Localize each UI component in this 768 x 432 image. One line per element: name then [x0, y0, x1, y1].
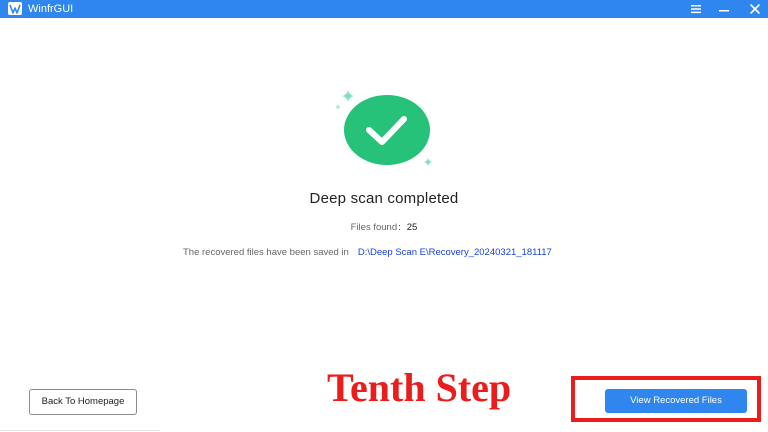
- files-found-count: 25: [406, 222, 418, 233]
- app-logo-icon: [8, 2, 22, 15]
- close-icon[interactable]: [748, 2, 762, 16]
- menu-icon[interactable]: [689, 2, 703, 16]
- title-bar: WinfrGUI: [0, 0, 768, 18]
- files-found-label: Files found: [350, 222, 398, 233]
- files-found-line: Files found: 25: [0, 222, 768, 233]
- saved-location-label: The recovered files have been saved in: [183, 247, 349, 258]
- sparkle-icon: [342, 90, 354, 102]
- view-recovered-files-button[interactable]: View Recovered Files: [605, 389, 747, 413]
- success-graphic: [332, 88, 436, 170]
- check-icon: [344, 95, 430, 165]
- files-found-separator: :: [398, 222, 401, 233]
- step-annotation: Tenth Step: [327, 365, 512, 410]
- app-window: WinfrGUI Deep scan completed Files found…: [0, 0, 768, 432]
- divider: [0, 430, 160, 431]
- saved-location-line: The recovered files have been saved in D:…: [183, 247, 552, 258]
- minimize-icon[interactable]: [717, 2, 731, 16]
- recovery-path-link[interactable]: D:\Deep Scan E\Recovery_20240321_181117: [358, 247, 552, 258]
- back-to-homepage-button[interactable]: Back To Homepage: [29, 389, 137, 415]
- sparkle-icon: [335, 104, 341, 110]
- scan-status-title: Deep scan completed: [309, 190, 459, 207]
- window-title: WinfrGUI: [28, 3, 74, 15]
- sparkle-icon: [424, 158, 432, 166]
